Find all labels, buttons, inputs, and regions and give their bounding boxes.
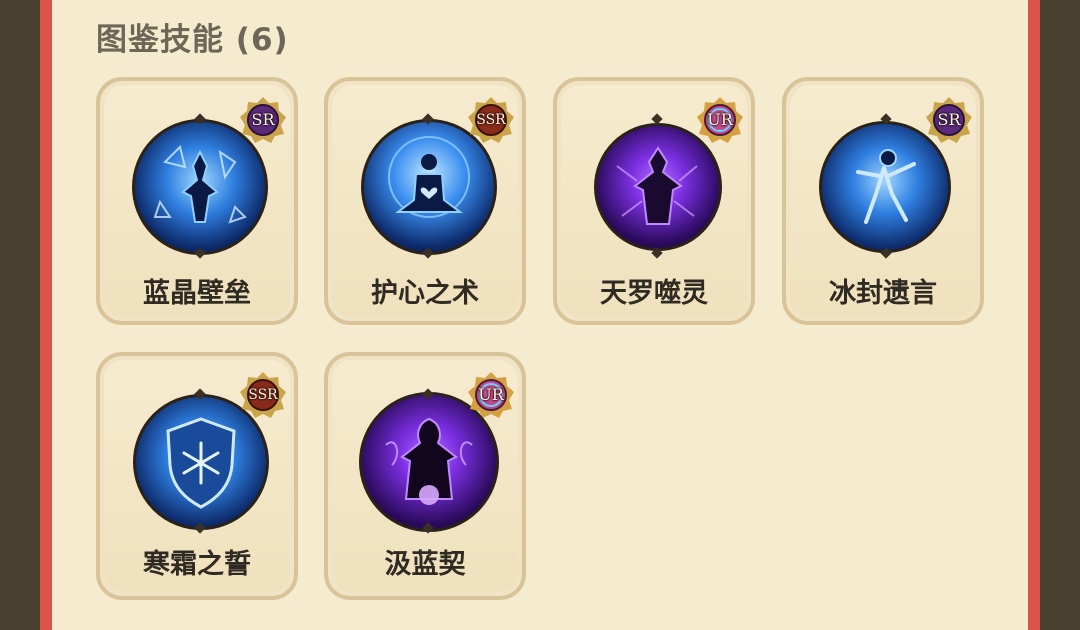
skill-name: 蓝晶壁垒 xyxy=(143,278,251,309)
rarity-badge-ssr: SSR xyxy=(466,95,516,145)
skill-name: 汲蓝契 xyxy=(384,549,466,580)
skill-card[interactable]: UR 天罗噬灵 xyxy=(553,77,755,325)
game-screen: 图鉴技能 (6) SR 蓝晶壁垒 SSR 护心之术 UR 天罗噬灵 SR 冰封遗… xyxy=(0,0,1080,630)
skill-name: 天罗噬灵 xyxy=(600,278,708,309)
skill-card[interactable]: SSR 寒霜之誓 xyxy=(96,352,298,600)
rarity-label: SR xyxy=(251,110,275,129)
rarity-label: UR xyxy=(707,110,733,129)
rarity-badge-sr: SR xyxy=(924,95,974,145)
rarity-label: UR xyxy=(478,385,504,404)
rarity-badge-ur: UR xyxy=(466,370,516,420)
rarity-badge-ssr: SSR xyxy=(238,370,288,420)
skill-name: 护心之术 xyxy=(371,278,479,309)
skill-card[interactable]: SSR 护心之术 xyxy=(324,77,526,325)
rarity-label: SSR xyxy=(476,112,506,128)
skill-card[interactable]: SR 蓝晶壁垒 xyxy=(96,77,298,325)
skill-name: 冰封遗言 xyxy=(829,278,937,309)
skill-name: 寒霜之誓 xyxy=(143,549,251,580)
skill-card[interactable]: SR 冰封遗言 xyxy=(782,77,984,325)
rarity-badge-ur: UR xyxy=(695,95,745,145)
section-title: 图鉴技能 (6) xyxy=(96,22,289,58)
rarity-badge-sr: SR xyxy=(238,95,288,145)
rarity-label: SSR xyxy=(248,387,278,403)
rarity-label: SR xyxy=(937,110,961,129)
skill-card[interactable]: UR 汲蓝契 xyxy=(324,352,526,600)
